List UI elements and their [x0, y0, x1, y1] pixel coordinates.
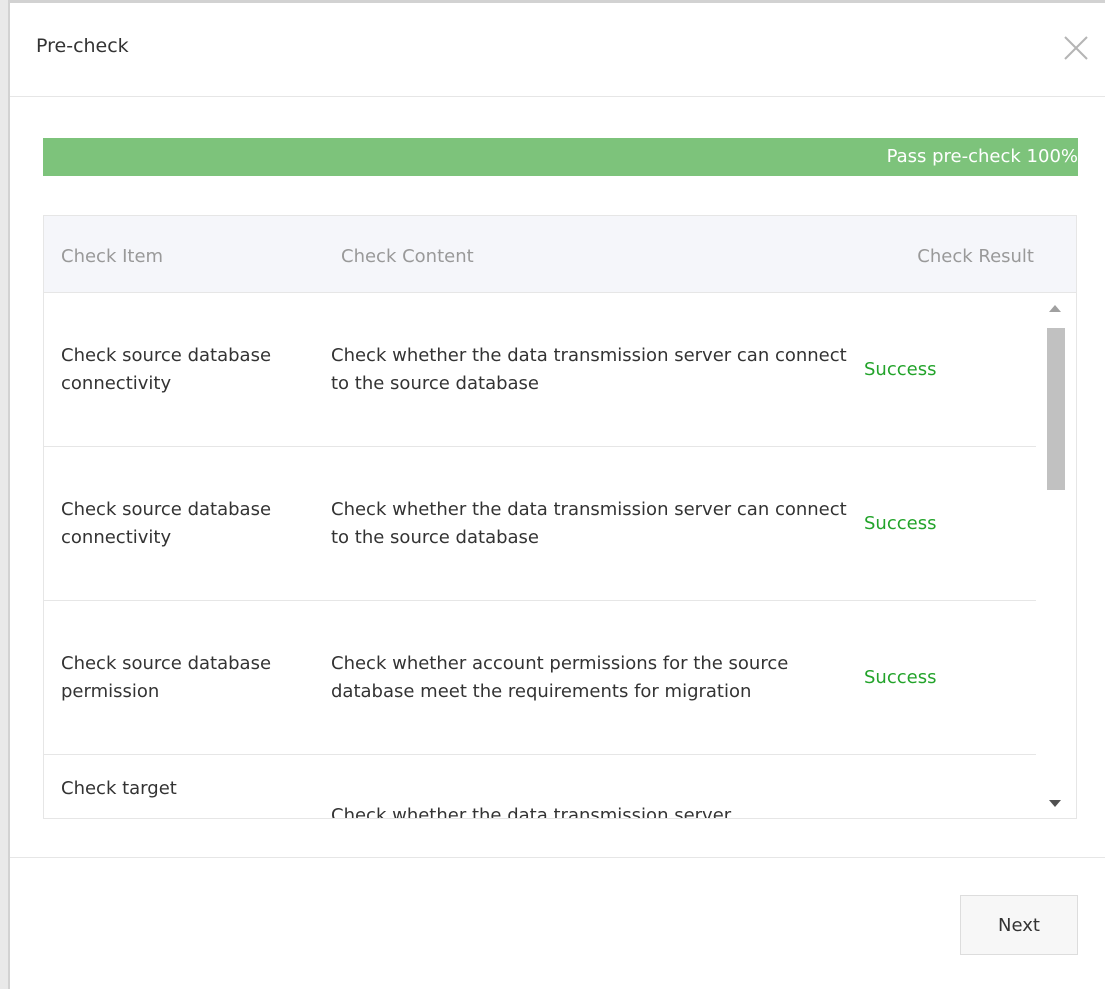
column-header-check-content: Check Content [341, 246, 474, 267]
check-item-cell: Check source database permission [61, 652, 272, 702]
table-row: Check source database connectivity Check… [44, 293, 1036, 447]
check-content-cell: Check whether the data transmission serv… [331, 805, 732, 818]
progress-label: Pass pre-check 100% [886, 146, 1078, 167]
table-row: Check source database permission Check w… [44, 601, 1036, 755]
check-item-cell: Check target [61, 778, 177, 799]
check-content-cell: Check whether the data transmission serv… [331, 498, 847, 548]
close-icon-svg [1064, 36, 1088, 60]
table-scrollbar[interactable] [1037, 293, 1076, 818]
check-content-cell: Check whether account permissions for th… [331, 652, 789, 702]
column-header-check-item: Check Item [61, 246, 164, 267]
scroll-down-arrow-icon[interactable] [1049, 800, 1061, 807]
check-result-cell: Success [864, 512, 937, 534]
check-content-cell: Check whether the data transmission serv… [331, 344, 847, 394]
check-result-cell: Success [864, 358, 937, 380]
check-result-cell [864, 755, 1024, 818]
dialog-header: Pre-check [10, 3, 1105, 97]
close-icon[interactable] [1061, 33, 1091, 63]
check-item-cell: Check source database connectivity [61, 498, 272, 548]
table-row: Check source database connectivity Check… [44, 447, 1036, 601]
table-header: Check Item Check Content Check Result [44, 216, 1076, 293]
column-header-check-result: Check Result [917, 246, 1034, 267]
dialog-left-border [0, 0, 10, 989]
precheck-progress-bar: Pass pre-check 100% [43, 138, 1078, 176]
check-table: Check Item Check Content Check Result Ch… [43, 215, 1077, 819]
dialog-title: Pre-check [36, 35, 129, 57]
check-result-cell: Success [864, 666, 937, 688]
table-row: Check target Check whether the data tran… [44, 755, 1036, 818]
check-item-cell: Check source database connectivity [61, 344, 272, 394]
scrollbar-thumb[interactable] [1047, 328, 1065, 490]
precheck-dialog: Pre-check Pass pre-check 100% Check Item… [0, 0, 1105, 989]
scroll-up-arrow-icon[interactable] [1049, 305, 1061, 312]
next-button[interactable]: Next [960, 895, 1078, 955]
footer-divider [10, 857, 1105, 858]
table-body: Check source database connectivity Check… [44, 293, 1036, 818]
